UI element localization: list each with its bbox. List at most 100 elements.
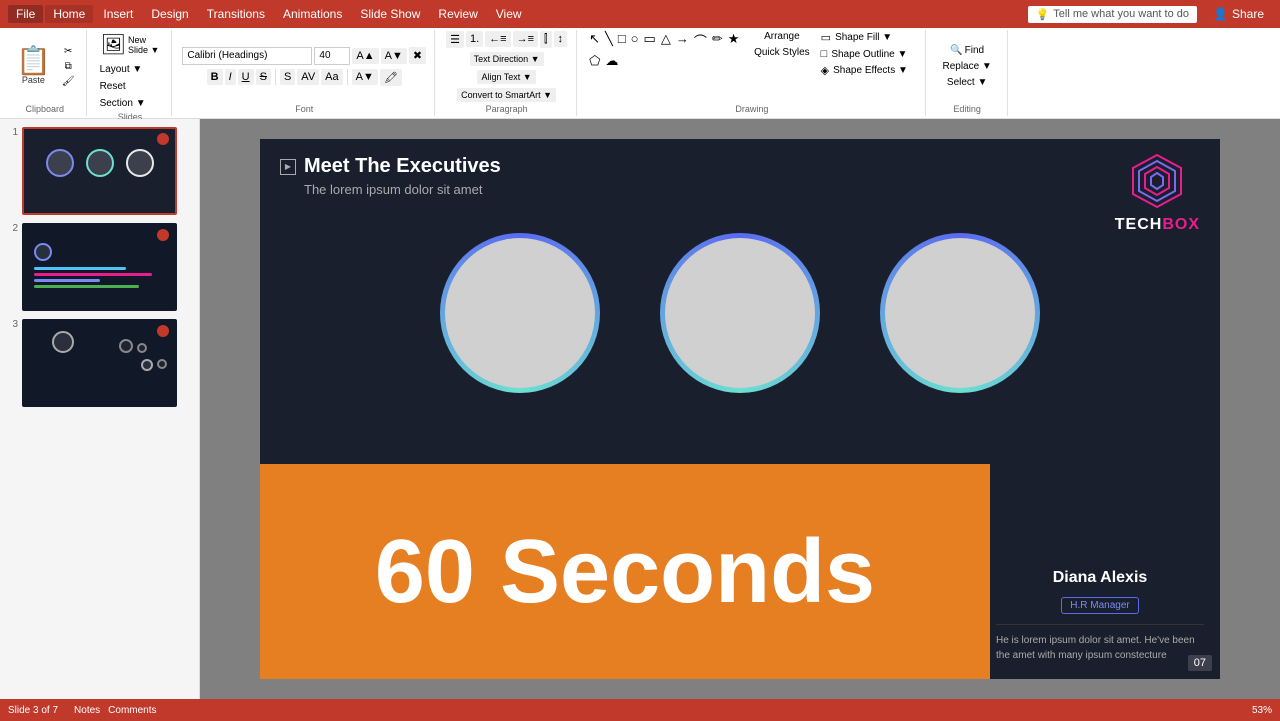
rect-tool[interactable]: □	[616, 30, 628, 51]
slides-group: 🖼 New Slide ▼ Layout ▼ Reset Section ▼ S…	[89, 30, 173, 116]
play-button[interactable]: ▶	[280, 159, 296, 175]
reset-button[interactable]: Reset	[97, 80, 129, 93]
menu-bar: File Home Insert Design Transitions Anim…	[0, 0, 1280, 28]
slide-panel: 1 2	[0, 119, 200, 699]
logo-area: TECHBOX	[1115, 151, 1200, 234]
pentagon-tool[interactable]: ⬠	[587, 52, 602, 70]
copy-icon: ⧉	[65, 61, 72, 72]
slide-img-3[interactable]	[22, 319, 177, 407]
slide-background: ▶ Meet The Executives The lorem ipsum do…	[260, 139, 1220, 679]
slideshow-tab[interactable]: Slide Show	[352, 5, 428, 23]
triangle-tool[interactable]: △	[659, 30, 673, 51]
section-label: Section ▼	[100, 98, 146, 109]
transitions-tab[interactable]: Transitions	[199, 5, 273, 23]
text-direction-button[interactable]: Text Direction ▼	[470, 52, 544, 66]
convert-smartart-button[interactable]: Convert to SmartArt ▼	[457, 88, 556, 102]
italic-button[interactable]: I	[225, 69, 236, 85]
strikethrough-button[interactable]: S	[256, 69, 271, 85]
select-button[interactable]: Select ▼	[944, 76, 990, 89]
linespacing-button[interactable]: ↕	[554, 31, 568, 47]
insert-tab[interactable]: Insert	[95, 5, 141, 23]
view-tab[interactable]: View	[488, 5, 530, 23]
person-badge: H.R Manager	[1061, 597, 1138, 614]
decrease-indent-button[interactable]: ←≡	[485, 31, 510, 47]
star-tool[interactable]: ★	[726, 30, 742, 51]
slide-img-2[interactable]	[22, 223, 177, 311]
animations-tab[interactable]: Animations	[275, 5, 350, 23]
paste-button[interactable]: 📋 Paste	[12, 45, 55, 87]
copy-button[interactable]: ⧉	[59, 60, 78, 73]
play-icon: ▶	[285, 162, 291, 171]
slide-thumb-1[interactable]: 1	[4, 127, 195, 215]
outline-icon: □	[821, 48, 828, 60]
section-button[interactable]: Section ▼	[97, 97, 149, 110]
shape-outline-button[interactable]: □ Shape Outline ▼	[817, 47, 917, 61]
slide-dot-1	[157, 133, 169, 145]
font-size-input[interactable]	[314, 47, 350, 65]
slide-thumb-2[interactable]: 2	[4, 223, 195, 311]
freeform-tool[interactable]: ✏	[710, 30, 725, 51]
slide-thumb-3[interactable]: 3	[4, 319, 195, 407]
file-menu[interactable]: File	[8, 5, 43, 23]
format-painter-icon: 🖌	[62, 76, 75, 87]
numbering-button[interactable]: 1.	[466, 31, 483, 47]
fontcase-button[interactable]: Aa	[321, 69, 342, 85]
align-text-button[interactable]: Align Text ▼	[477, 70, 535, 84]
new-slide-button[interactable]: 🖼 New Slide ▼	[97, 30, 164, 59]
shape-effects-button[interactable]: ◈ Shape Effects ▼	[817, 63, 917, 78]
clear-format-button[interactable]: ✖	[409, 47, 426, 64]
slide-subtitle: The lorem ipsum dolor sit amet	[280, 182, 1200, 197]
select-tool[interactable]: ↖	[587, 30, 602, 51]
person-divider	[996, 624, 1204, 625]
curve-tool[interactable]: ⌒	[692, 30, 709, 51]
design-tab[interactable]: Design	[143, 5, 196, 23]
circle-tool[interactable]: ○	[629, 30, 641, 51]
underline-button[interactable]: U	[238, 69, 254, 85]
line-tool[interactable]: ╲	[603, 30, 615, 51]
zoom-level: 53%	[1252, 705, 1272, 716]
bullets-button[interactable]: ☰	[446, 31, 464, 48]
person-badge-wrap: H.R Manager	[996, 595, 1204, 614]
divider1	[275, 69, 276, 85]
fontcolor-button[interactable]: A▼	[352, 69, 378, 85]
notes-button[interactable]: Notes	[74, 705, 100, 716]
cut-button[interactable]: ✂	[59, 45, 78, 58]
exec-slot-3[interactable]	[880, 233, 1040, 393]
shadow-button[interactable]: S	[280, 69, 295, 85]
font-family-input[interactable]	[182, 47, 312, 65]
home-tab[interactable]: Home	[45, 5, 93, 23]
cloud-tool[interactable]: ☁	[603, 52, 620, 70]
slide-img-1[interactable]	[22, 127, 177, 215]
columns-button[interactable]: ⫿	[540, 31, 552, 48]
format-painter-button[interactable]: 🖌	[59, 75, 78, 88]
highlight-button[interactable]: 🖍	[380, 69, 402, 86]
replace-button[interactable]: Replace ▼	[939, 60, 994, 73]
person-name: Diana Alexis	[996, 569, 1204, 587]
paragraph-group: ☰ 1. ←≡ →≡ ⫿ ↕ Text Direction ▼ Align Te…	[437, 30, 577, 116]
tell-me-box[interactable]: 💡 Tell me what you want to do	[1028, 6, 1197, 23]
ribbon: 📋 Paste ✂ ⧉ 🖌 Clipboard 🖼 New Slide ▼	[0, 28, 1280, 119]
slide-num-2: 2	[4, 223, 18, 234]
logo-text: TECHBOX	[1115, 216, 1200, 234]
exec-slot-2[interactable]	[660, 233, 820, 393]
slide1-circles	[24, 149, 175, 177]
rrect-tool[interactable]: ▭	[642, 30, 658, 51]
shape-fill-button[interactable]: ▭ Shape Fill ▼	[817, 30, 917, 45]
layout-button[interactable]: Layout ▼	[97, 63, 146, 76]
exec-slot-1[interactable]	[440, 233, 600, 393]
share-button[interactable]: 👤 Share	[1205, 5, 1272, 23]
decrease-font-button[interactable]: A▼	[381, 48, 407, 64]
review-tab[interactable]: Review	[430, 5, 485, 23]
increase-indent-button[interactable]: →≡	[513, 31, 538, 47]
bold-button[interactable]: B	[207, 69, 223, 85]
comments-button[interactable]: Comments	[108, 705, 156, 716]
font-group: A▲ A▼ ✖ B I U S S AV Aa A▼ 🖍	[174, 30, 435, 116]
find-button[interactable]: 🔍 Find	[947, 44, 987, 57]
arrow-tool[interactable]: →	[674, 30, 691, 51]
arrange-button[interactable]: Arrange	[751, 30, 813, 43]
increase-font-button[interactable]: A▲	[352, 48, 378, 64]
search-icon: 🔍	[950, 45, 962, 56]
quick-styles-button[interactable]: Quick Styles	[751, 46, 813, 59]
slide-canvas[interactable]: ▶ Meet The Executives The lorem ipsum do…	[260, 139, 1220, 679]
charspacing-button[interactable]: AV	[297, 69, 319, 85]
